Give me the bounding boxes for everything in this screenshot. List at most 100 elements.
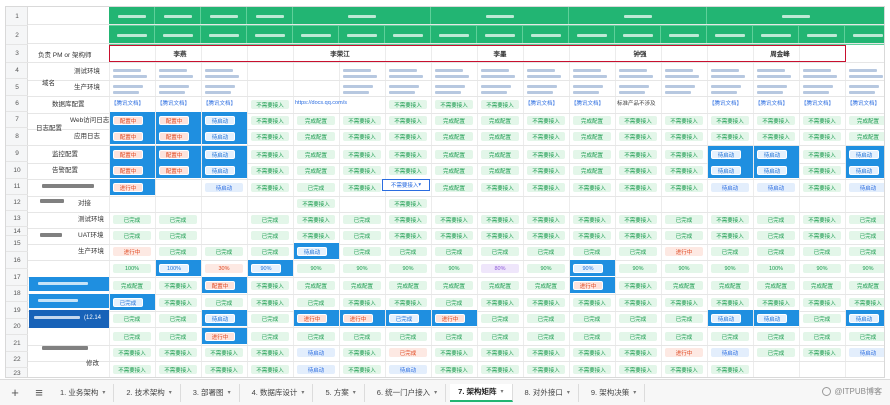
status-cell[interactable]: 已完成 [481,314,519,323]
status-cell[interactable]: 不需要接入 [481,231,519,240]
status-cell[interactable]: 不需要接入 [481,215,519,224]
status-cell[interactable]: 不需要接入 [527,298,565,307]
status-cell[interactable]: 不需要接入 [343,348,381,357]
status-cell[interactable]: 待启动 [389,365,427,374]
status-cell[interactable]: 不需要接入 [251,100,289,109]
chevron-down-icon[interactable]: ▾ [501,388,504,395]
status-cell[interactable]: 完成配置 [435,132,473,141]
status-cell[interactable]: 不需要接入 [389,132,427,141]
status-cell[interactable]: 不需要接入 [711,298,749,307]
status-cell[interactable]: 不需要接入 [343,365,381,374]
doc-link[interactable]: 【腾讯文档】 [111,98,144,108]
sheet-tab[interactable]: 6. 统一门户接入 ▾ [369,383,447,402]
row-number[interactable]: 7 [6,112,28,128]
doc-link[interactable]: 【腾讯文档】 [755,98,788,108]
status-cell[interactable]: 不需要接入 [527,348,565,357]
status-cell[interactable]: 不需要接入 [251,281,289,290]
status-cell[interactable]: 不需要接入 [389,166,427,175]
chevron-down-icon[interactable]: ▾ [434,389,437,396]
status-cell[interactable]: 已完成 [665,215,703,224]
status-cell[interactable]: 已完成 [665,314,703,323]
status-cell[interactable]: 配置中 [113,150,143,159]
status-cell[interactable]: 配置中 [113,166,143,175]
status-cell[interactable]: 待启动 [849,150,879,159]
status-cell[interactable]: 不需要接入 [619,231,657,240]
status-cell[interactable]: 80% [481,264,519,273]
row-number[interactable]: 5 [6,79,28,96]
status-cell[interactable]: 完成配置 [435,116,473,125]
status-cell[interactable]: 不需要接入 [159,348,197,357]
status-cell[interactable]: 不需要接入 [619,116,657,125]
doc-link[interactable]: 【腾讯文档】 [525,98,558,108]
selected-cell[interactable]: 不需要接入 ▾ [382,179,430,191]
chevron-down-icon[interactable]: ▾ [353,389,356,396]
status-cell[interactable]: 完成配置 [481,132,519,141]
status-cell[interactable]: 待启动 [711,183,749,192]
status-cell[interactable]: 待启动 [849,348,884,357]
status-cell[interactable]: 已完成 [205,298,243,307]
row-number[interactable]: 12 [6,195,28,211]
status-cell[interactable]: 已完成 [711,332,749,341]
status-cell[interactable]: 完成配置 [527,281,565,290]
status-cell[interactable]: 不需要接入 [527,116,565,125]
row-number[interactable]: 10 [6,162,28,179]
status-cell[interactable]: 90% [619,264,657,273]
status-cell[interactable]: 90% [527,264,565,273]
status-cell[interactable]: 不需要接入 [113,365,151,374]
doc-link[interactable]: 【腾讯文档】 [571,98,604,108]
status-cell[interactable]: 不需要接入 [757,116,795,125]
status-cell[interactable]: 完成配置 [849,132,884,141]
sheet-tab[interactable]: 2. 技术架构 ▾ [118,383,181,402]
status-cell[interactable]: 已完成 [619,247,657,256]
status-cell[interactable]: 不需要接入 [481,365,519,374]
status-cell[interactable]: 不需要接入 [665,298,703,307]
spreadsheet-grid[interactable]: 1 2 3 4 5 6 7 8 9 10 11 12 13 14 15 16 17 18 19 20 21 22 23 负责… [5,6,885,378]
status-cell[interactable]: 待启动 [205,132,235,141]
status-cell[interactable]: 不需要接入 [619,298,657,307]
status-cell[interactable]: 不需要接入 [665,183,703,192]
status-cell[interactable]: 已完成 [343,332,381,341]
status-cell[interactable]: 待启动 [711,150,741,159]
row-number[interactable]: 1 [6,7,28,26]
status-cell[interactable]: 配置中 [205,281,235,290]
status-cell[interactable]: 已完成 [113,215,151,224]
status-cell[interactable]: 配置中 [113,132,143,141]
status-cell[interactable]: 已完成 [849,231,884,240]
status-cell[interactable]: 不需要接入 [619,365,657,374]
sheet-tab[interactable]: 9. 架构决策 ▾ [583,383,646,402]
status-cell[interactable]: 已完成 [113,298,143,307]
status-cell[interactable]: 已完成 [803,314,841,323]
status-cell[interactable]: 待启动 [849,314,879,323]
status-cell[interactable]: 待启动 [205,116,235,125]
status-cell[interactable]: 不需要接入 [389,116,427,125]
status-cell[interactable]: 30% [205,264,243,273]
status-cell[interactable]: 不需要接入 [343,132,381,141]
status-cell[interactable]: 不需要接入 [481,100,519,109]
status-cell[interactable]: 不需要接入 [527,231,565,240]
status-cell[interactable]: 配置中 [159,116,189,125]
status-cell[interactable]: 配置中 [113,116,143,125]
doc-link[interactable]: 【腾讯文档】 [157,98,190,108]
status-cell[interactable]: 不需要接入 [711,116,749,125]
status-cell[interactable]: 已完成 [251,332,289,341]
sheet-tab[interactable]: 4. 数据库设计 ▾ [244,383,314,402]
status-cell[interactable]: 不需要接入 [665,132,703,141]
status-cell[interactable]: 不需要接入 [619,183,657,192]
status-cell[interactable]: 不需要接入 [481,183,519,192]
status-cell[interactable]: 不需要接入 [389,199,427,208]
status-cell[interactable]: 100% [757,264,795,273]
status-cell[interactable]: 不需要接入 [251,166,289,175]
status-cell[interactable]: 待启动 [757,183,795,192]
status-cell[interactable]: 完成配置 [573,116,611,125]
doc-link[interactable]: 【腾讯文档】 [801,98,834,108]
chevron-down-icon[interactable]: ▾ [633,389,636,396]
status-cell[interactable]: 不需要接入 [251,132,289,141]
status-cell[interactable]: 不需要接入 [665,166,703,175]
status-cell[interactable]: 完成配置 [803,281,841,290]
status-cell[interactable]: 进行中 [113,247,151,256]
sheet-tab[interactable]: 1. 业务架构 ▾ [52,383,115,402]
doc-link[interactable]: 【腾讯文档】 [847,98,880,108]
status-cell[interactable]: 不需要接入 [803,116,841,125]
status-cell[interactable]: 不需要接入 [481,298,519,307]
status-cell[interactable]: 不需要接入 [251,298,289,307]
